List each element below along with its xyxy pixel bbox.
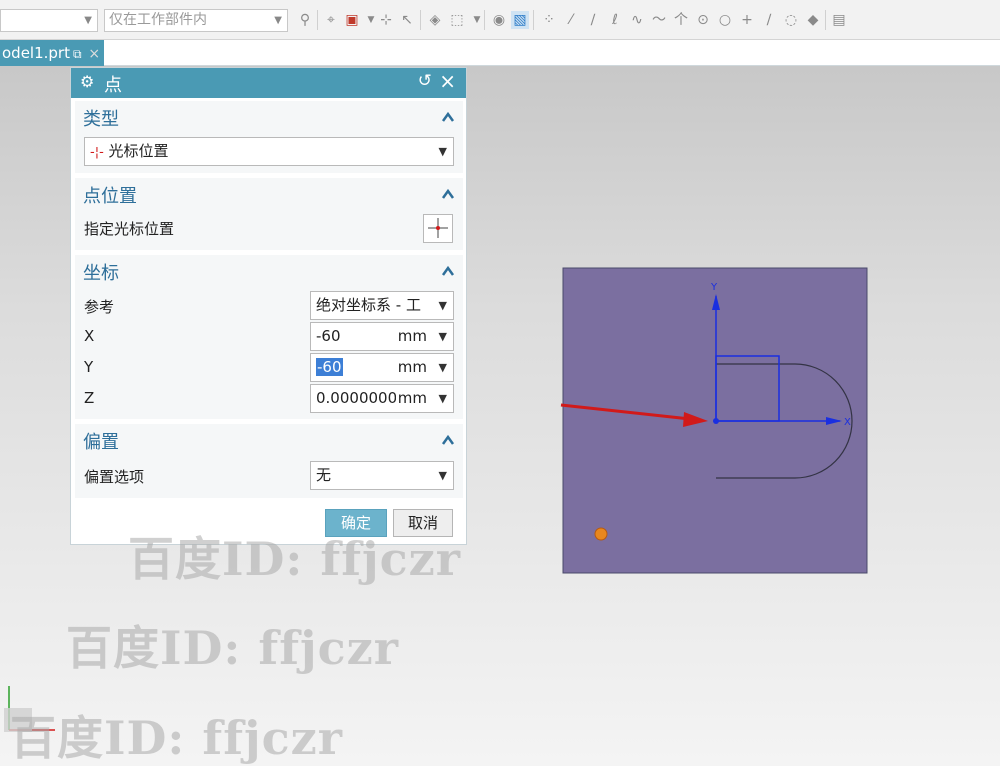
y-label: Y <box>84 358 94 376</box>
offset-section: 偏置 偏置选项 无 ▼ <box>75 424 463 498</box>
chevron-down-icon[interactable]: ▼ <box>439 385 447 412</box>
reference-dropdown[interactable]: 绝对坐标系 - 工 ▼ <box>310 291 454 320</box>
specify-cursor-label: 指定光标位置 <box>84 220 175 238</box>
reference-label: 参考 <box>84 298 115 316</box>
type-section: 类型 -¦- 光标位置 ▼ <box>75 101 463 173</box>
collapse-caret-icon[interactable] <box>441 264 455 278</box>
crosshair-icon <box>428 218 448 238</box>
dialog-title-bar[interactable]: ⚙ 点 ↺ × <box>71 68 466 98</box>
chevron-down-icon: ▼ <box>438 145 447 158</box>
close-icon[interactable]: × <box>439 69 456 93</box>
type-dropdown[interactable]: -¦- 光标位置 ▼ <box>84 137 454 166</box>
collapse-caret-icon[interactable] <box>441 187 455 201</box>
watermark-text: 百度ID: ffjczr <box>66 621 399 675</box>
chevron-down-icon: ▼ <box>435 292 447 319</box>
y-unit[interactable]: mm <box>398 354 427 381</box>
watermark-text: 百度ID: ffjczr <box>128 532 461 586</box>
coordinates-header[interactable]: 坐标 <box>83 259 119 285</box>
reset-icon[interactable]: ↺ <box>418 71 432 91</box>
cursor-location-icon: -¦- <box>90 145 104 160</box>
z-unit[interactable]: mm <box>397 385 427 412</box>
chevron-down-icon[interactable]: ▼ <box>439 323 447 350</box>
chevron-down-icon[interactable]: ▼ <box>439 354 447 381</box>
y-input[interactable]: -60 mm ▼ <box>310 353 454 382</box>
y-value: -60 <box>316 358 343 376</box>
specify-cursor-button[interactable] <box>423 214 453 243</box>
coordinates-section: 坐标 参考 绝对坐标系 - 工 ▼ X -60 mm ▼ Y -60 mm ▼ … <box>75 255 463 419</box>
z-value: 0.0000000 <box>316 389 396 407</box>
x-axis-label: X <box>844 417 851 428</box>
point-dialog: ⚙ 点 ↺ × 类型 -¦- 光标位置 ▼ 点位置 指定光标位置 坐标 参考 绝… <box>70 67 467 545</box>
type-dropdown-value: 光标位置 <box>108 142 169 160</box>
point-location-section: 点位置 指定光标位置 <box>75 178 463 250</box>
point-location-header[interactable]: 点位置 <box>83 182 137 208</box>
z-input[interactable]: 0.0000000 mm ▼ <box>310 384 454 413</box>
offset-header[interactable]: 偏置 <box>83 428 119 454</box>
collapse-caret-icon[interactable] <box>441 110 455 124</box>
reference-value: 绝对坐标系 - 工 <box>316 296 421 314</box>
dialog-title: 点 <box>104 75 122 96</box>
x-label: X <box>84 327 95 345</box>
offset-option-value: 无 <box>316 466 332 484</box>
offset-option-label: 偏置选项 <box>84 468 145 486</box>
gear-icon[interactable]: ⚙ <box>80 72 94 91</box>
watermark-text: 百度ID: ffjczr <box>10 711 343 765</box>
x-input[interactable]: -60 mm ▼ <box>310 322 454 351</box>
x-value: -60 <box>316 327 341 345</box>
chevron-down-icon: ▼ <box>438 469 447 482</box>
type-section-header[interactable]: 类型 <box>83 105 119 131</box>
orange-point-marker[interactable] <box>594 527 608 541</box>
y-axis-label: Y <box>710 282 718 293</box>
z-label: Z <box>84 389 95 407</box>
x-unit[interactable]: mm <box>398 323 427 350</box>
origin-point[interactable] <box>713 418 719 424</box>
collapse-caret-icon[interactable] <box>441 433 455 447</box>
offset-option-dropdown[interactable]: 无 ▼ <box>310 461 454 490</box>
